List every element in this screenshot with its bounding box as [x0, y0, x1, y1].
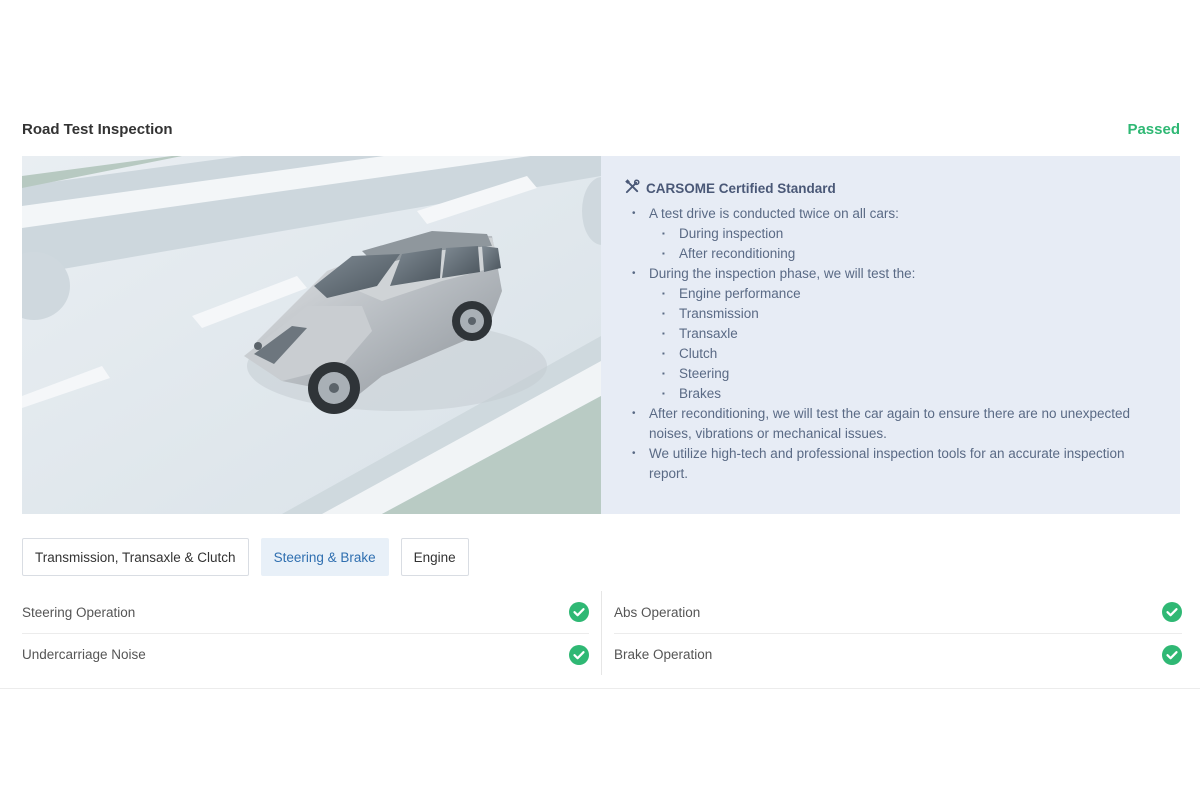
- sub-list-item: Transaxle: [649, 324, 1158, 344]
- check-circle-icon: [569, 602, 589, 622]
- status-badge: Passed: [1127, 120, 1180, 138]
- check-circle-icon: [569, 644, 589, 665]
- car-illustration: [22, 156, 601, 514]
- check-circle-icon: [1162, 644, 1182, 665]
- inspection-banner: CARSOME Certified Standard A test drive …: [22, 156, 1180, 514]
- result-row-abs-operation: Abs Operation: [614, 591, 1182, 633]
- sub-list-item: Steering: [649, 364, 1158, 384]
- list-item: A test drive is conducted twice on all c…: [625, 204, 1158, 264]
- list-item: After reconditioning, we will test the c…: [625, 404, 1158, 444]
- tools-icon: [625, 179, 640, 197]
- section-title: Road Test Inspection: [22, 120, 173, 138]
- section-header: Road Test Inspection Passed: [22, 110, 1180, 148]
- tab-transmission-transaxle-clutch[interactable]: Transmission, Transaxle & Clutch: [22, 538, 249, 576]
- category-tabs: Transmission, Transaxle & Clutch Steerin…: [22, 538, 469, 576]
- result-label: Abs Operation: [614, 604, 701, 620]
- certification-title-text: CARSOME Certified Standard: [646, 180, 836, 196]
- sub-list-item: During inspection: [649, 224, 1158, 244]
- tab-steering-brake[interactable]: Steering & Brake: [260, 538, 389, 576]
- sub-list-item: Engine performance: [649, 284, 1158, 304]
- result-label: Undercarriage Noise: [22, 647, 146, 662]
- result-row-brake-operation: Brake Operation: [614, 633, 1182, 675]
- inspection-results: Steering Operation Undercarriage Noise A…: [22, 591, 1182, 675]
- section-divider: [0, 688, 1200, 689]
- result-label: Brake Operation: [614, 647, 713, 662]
- list-item: During the inspection phase, we will tes…: [625, 264, 1158, 404]
- results-column-left: Steering Operation Undercarriage Noise: [22, 591, 602, 675]
- certification-panel: CARSOME Certified Standard A test drive …: [601, 156, 1180, 514]
- sub-list-item: Brakes: [649, 384, 1158, 404]
- result-row-steering-operation: Steering Operation: [22, 591, 589, 633]
- result-label: Steering Operation: [22, 604, 136, 620]
- certification-list: A test drive is conducted twice on all c…: [625, 204, 1158, 484]
- list-item: We utilize high-tech and professional in…: [625, 444, 1158, 484]
- sub-list-item: Transmission: [649, 304, 1158, 324]
- road-test-section: Road Test Inspection Passed CARSOME Cert…: [22, 110, 1182, 675]
- check-circle-icon: [1162, 602, 1182, 622]
- sub-list-item: After reconditioning: [649, 244, 1158, 264]
- results-column-right: Abs Operation Brake Operation: [602, 591, 1182, 675]
- result-row-undercarriage-noise: Undercarriage Noise: [22, 633, 589, 675]
- sub-list-item: Clutch: [649, 344, 1158, 364]
- certification-title: CARSOME Certified Standard: [625, 178, 1158, 198]
- tab-engine[interactable]: Engine: [400, 538, 469, 576]
